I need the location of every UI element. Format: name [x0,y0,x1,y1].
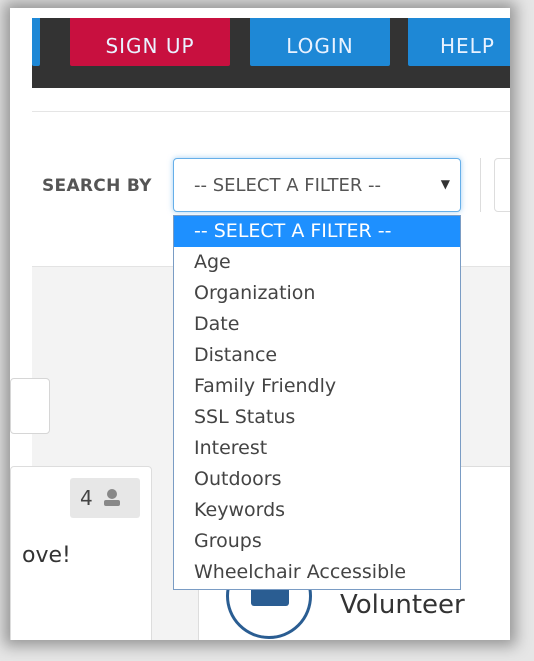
caret-down-icon: ▼ [440,177,450,191]
filter-option-distance[interactable]: Distance [174,340,460,371]
filter-option-age[interactable]: Age [174,247,460,278]
user-icon [103,488,121,508]
text-input-partial[interactable] [10,378,50,434]
nav-button-partial[interactable] [32,18,40,66]
filter-option-groups[interactable]: Groups [174,526,460,557]
volunteer-count-badge: 4 [70,478,140,518]
filter-option-family-friendly[interactable]: Family Friendly [174,371,460,402]
card-subtitle: Volunteer [340,590,465,620]
secondary-input[interactable] [494,158,510,212]
login-button[interactable]: LOGIN [250,18,390,66]
filter-option-outdoors[interactable]: Outdoors [174,464,460,495]
filter-option[interactable]: -- SELECT A FILTER -- [174,216,460,247]
filter-option-keywords[interactable]: Keywords [174,495,460,526]
filter-select-value: -- SELECT A FILTER -- [194,175,382,196]
browser-viewport: SIGN UP LOGIN HELP SEARCH BY -- SELECT A… [10,8,510,640]
filter-option-date[interactable]: Date [174,309,460,340]
card-title-partial: ove! [22,543,71,568]
filter-option-ssl-status[interactable]: SSL Status [174,402,460,433]
filter-dropdown-list[interactable]: -- SELECT A FILTER -- Age Organization D… [173,215,461,590]
filter-select[interactable]: -- SELECT A FILTER -- ▼ [173,158,461,212]
signup-button[interactable]: SIGN UP [70,18,230,66]
filter-option-wheelchair-accessible[interactable]: Wheelchair Accessible [174,557,460,588]
volunteer-count: 4 [80,486,93,510]
help-button[interactable]: HELP [408,18,510,66]
top-navbar: SIGN UP LOGIN HELP [32,18,510,88]
filter-option-organization[interactable]: Organization [174,278,460,309]
divider [32,111,510,112]
divider [480,158,481,212]
search-by-label: SEARCH BY [42,176,152,196]
filter-option-interest[interactable]: Interest [174,433,460,464]
